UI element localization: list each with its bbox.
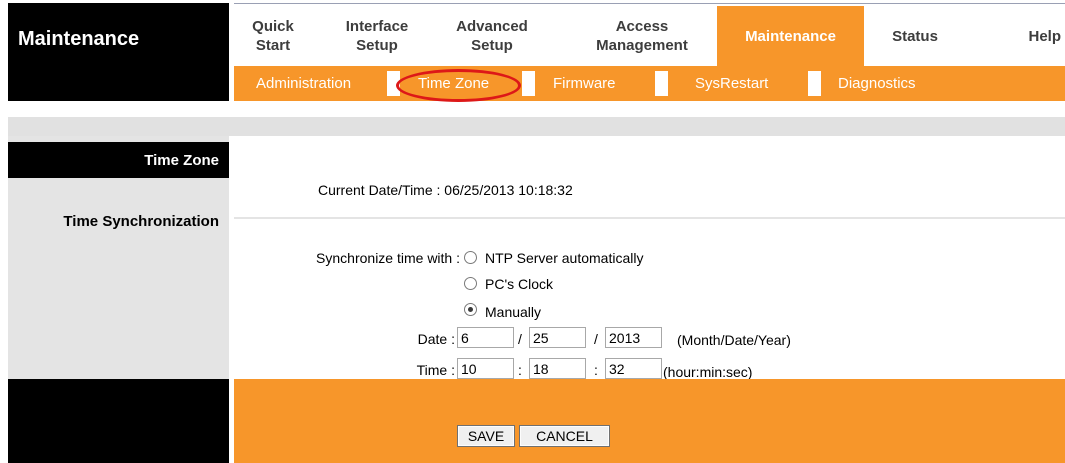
- date-separator: /: [594, 331, 598, 347]
- tab-access-management-label-1: Access: [615, 18, 669, 35]
- tab-advanced-setup-label-1: Advanced: [456, 18, 528, 35]
- brand-sub-bar: [8, 75, 229, 101]
- save-button[interactable]: SAVE: [457, 425, 515, 447]
- section-time-sync: Time Synchronization: [8, 208, 229, 234]
- tab-help[interactable]: Help: [1000, 6, 1065, 66]
- tab-quick-start[interactable]: Quick Start: [234, 6, 312, 66]
- date-format-hint: (Month/Date/Year): [677, 332, 791, 348]
- subtab-separator: [655, 71, 668, 96]
- radio-ntp-server-label: NTP Server automatically: [485, 250, 644, 266]
- subtab-sysrestart-label: SysRestart: [695, 75, 769, 92]
- date-label: Date :: [417, 331, 455, 347]
- subtab-administration[interactable]: Administration: [256, 66, 351, 101]
- tab-maintenance-label: Maintenance: [745, 27, 836, 45]
- radio-manually[interactable]: [464, 303, 477, 316]
- current-datetime-value: 06/25/2013 10:18:32: [444, 182, 573, 198]
- subtab-diagnostics[interactable]: Diagnostics: [838, 66, 916, 101]
- radio-pc-clock-label: PC's Clock: [485, 276, 554, 292]
- footer-left-bar: [8, 379, 229, 463]
- gray-separator-band: [8, 117, 1065, 136]
- tab-help-label: Help: [1028, 27, 1061, 45]
- footer-action-bar: [234, 379, 1065, 463]
- subtab-sysrestart[interactable]: SysRestart: [695, 66, 768, 101]
- brand-title: Maintenance: [8, 3, 229, 75]
- date-day-input[interactable]: [529, 327, 586, 348]
- subtab-separator: [522, 71, 535, 96]
- tab-advanced-setup[interactable]: Advanced Setup: [437, 6, 547, 66]
- section-time-zone: Time Zone: [8, 142, 229, 178]
- tab-access-management[interactable]: Access Management: [575, 6, 709, 66]
- highlight-oval-annotation: [396, 69, 521, 102]
- tab-status-label: Status: [892, 27, 938, 45]
- radio-manually-label: Manually: [485, 304, 542, 320]
- tab-access-management-label-2: Management: [596, 37, 688, 54]
- tab-maintenance[interactable]: Maintenance: [717, 6, 864, 66]
- subtab-administration-label: Administration: [256, 75, 352, 92]
- tab-interface-setup-label-1: Interface: [345, 18, 409, 35]
- time-separator: :: [594, 362, 598, 378]
- section-time-sync-label: Time Synchronization: [63, 212, 219, 230]
- cancel-button[interactable]: CANCEL: [519, 425, 610, 447]
- time-separator: :: [518, 362, 522, 378]
- tab-status[interactable]: Status: [872, 6, 958, 66]
- tab-quick-start-label-2: Start: [255, 37, 291, 54]
- time-label: Time :: [416, 362, 455, 378]
- section-time-zone-label: Time Zone: [144, 151, 219, 169]
- time-format-hint: (hour:min:sec): [663, 364, 753, 380]
- time-hour-input[interactable]: [457, 358, 514, 379]
- tab-quick-start-label-1: Quick: [252, 18, 294, 35]
- time-second-input[interactable]: [605, 358, 662, 379]
- tab-interface-setup-label-2: Setup: [356, 37, 398, 54]
- current-datetime-row: Current Date/Time : 06/25/2013 10:18:32: [318, 182, 573, 198]
- radio-pc-clock[interactable]: [464, 277, 477, 290]
- date-month-input[interactable]: [457, 327, 514, 348]
- current-datetime-label: Current Date/Time :: [318, 182, 441, 198]
- time-minute-input[interactable]: [529, 358, 586, 379]
- sync-label: Synchronize time with :: [316, 250, 460, 266]
- date-separator: /: [518, 331, 522, 347]
- radio-ntp-server[interactable]: [464, 251, 477, 264]
- date-year-input[interactable]: [605, 327, 662, 348]
- sub-nav-bar: [234, 66, 1065, 101]
- tab-interface-setup[interactable]: Interface Setup: [327, 6, 427, 66]
- subtab-firmware[interactable]: Firmware: [553, 66, 616, 101]
- top-divider: [234, 3, 1065, 4]
- subtab-separator: [808, 71, 821, 96]
- tab-advanced-setup-label-2: Setup: [471, 37, 513, 54]
- subtab-diagnostics-label: Diagnostics: [838, 75, 916, 92]
- section-divider: [234, 217, 1065, 219]
- brand-title-text: Maintenance: [18, 27, 140, 50]
- subtab-firmware-label: Firmware: [553, 75, 616, 92]
